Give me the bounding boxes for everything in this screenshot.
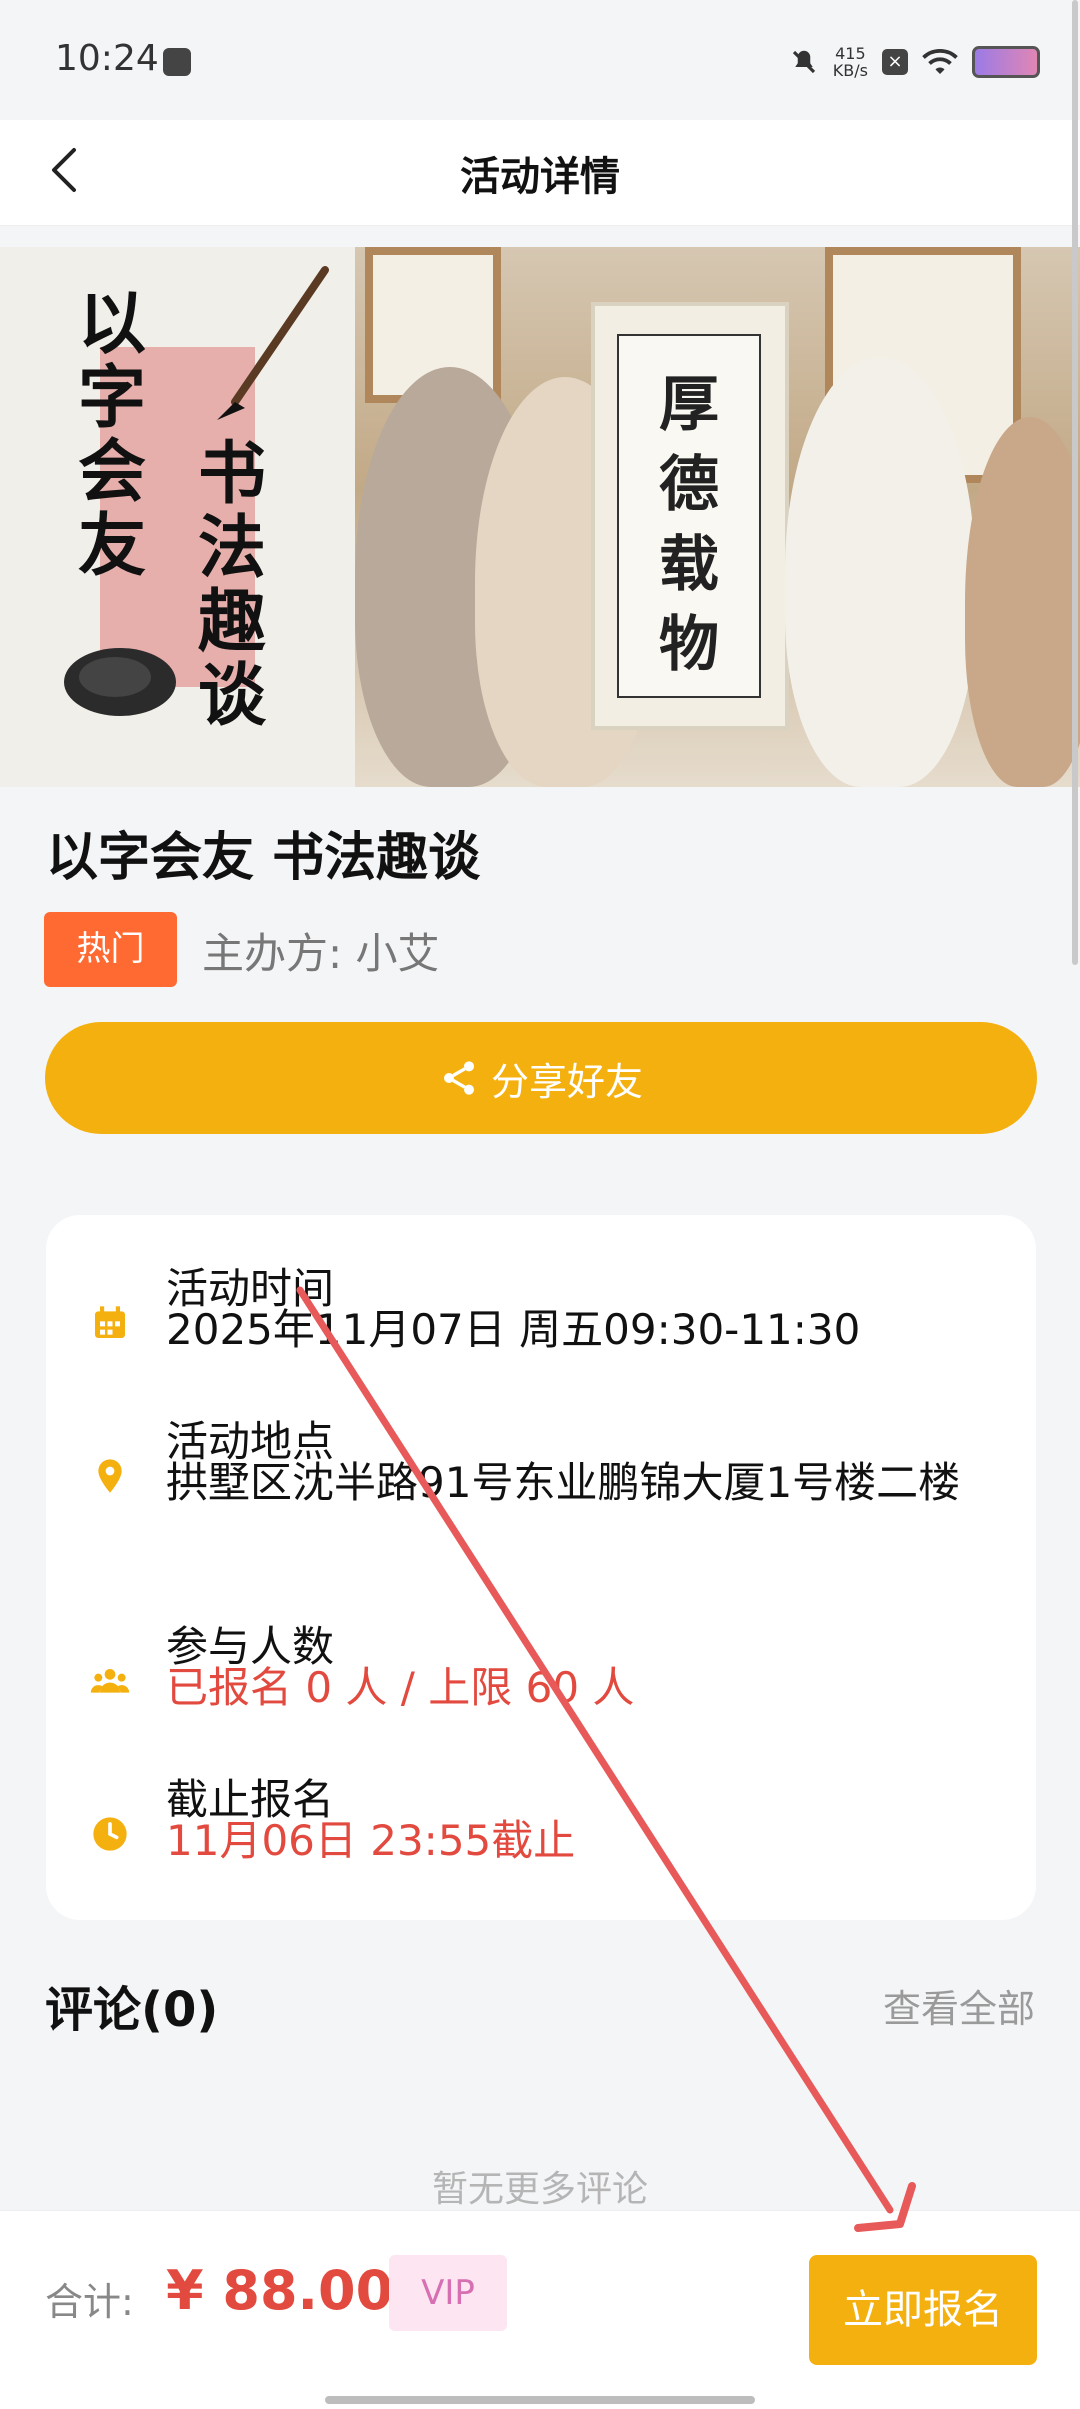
clock-icon <box>93 1817 127 1851</box>
banner-title-char: 字 <box>78 358 147 438</box>
calligraphy-scroll: 厚 德 载 物 <box>591 302 789 730</box>
page-title: 活动详情 <box>460 154 620 200</box>
vip-badge: VIP <box>389 2255 507 2331</box>
banner-title-char: 谈 <box>198 656 267 736</box>
total-price: ¥ 88.00 <box>166 2259 394 2322</box>
battery-icon <box>972 46 1040 78</box>
banner-photo: 厚 德 载 物 <box>355 247 1080 787</box>
no-more-comments-text: 暂无更多评论 <box>431 2169 648 2210</box>
scroll-char: 德 <box>659 450 719 520</box>
banner-title-char: 法 <box>198 508 267 588</box>
inkstone-icon <box>64 648 176 716</box>
blocked-notification-icon: × <box>882 49 908 75</box>
event-banner-image: 以 字 会 友 书 法 趣 谈 厚 德 载 物 <box>0 247 1080 787</box>
bottom-action-bar: 合计: ¥ 88.00 VIP 立即报名 <box>0 2210 1080 2409</box>
share-icon <box>443 1061 474 1095</box>
network-speed-unit: KB/s <box>832 61 868 80</box>
navigation-bar: 活动详情 <box>0 120 1080 226</box>
banner-title-char: 以 <box>78 284 147 364</box>
comments-title: 评论(0) <box>45 1982 219 2038</box>
wifi-icon <box>922 49 958 74</box>
status-bar: 10:24 415 KB/s × <box>0 0 1080 120</box>
status-right: 415 KB/s × <box>789 40 1040 84</box>
scroll-char: 物 <box>659 610 719 680</box>
person-figure <box>965 417 1080 787</box>
calligraphy-brush-icon <box>217 266 329 420</box>
calendar-icon <box>95 1306 125 1338</box>
location-pin-icon <box>98 1459 122 1493</box>
mute-icon <box>792 50 815 74</box>
view-all-comments-link[interactable]: 查看全部 <box>883 1978 1035 2033</box>
event-title: 以字会友 书法趣谈 <box>46 828 481 888</box>
people-value: 已报名 0 人 / 上限 60 人 <box>166 1663 635 1712</box>
banner-title-char: 会 <box>78 432 147 512</box>
time-value: 2025年11月07日 周五09:30-11:30 <box>166 1305 861 1354</box>
banner-title-char: 友 <box>78 506 147 586</box>
person-figure <box>785 357 975 787</box>
total-label: 合计: <box>45 2280 134 2324</box>
signup-now-button[interactable]: 立即报名 <box>809 2255 1037 2365</box>
home-indicator[interactable] <box>325 2396 755 2404</box>
deadline-value: 11月06日 23:55截止 <box>166 1816 576 1865</box>
banner-title-char: 趣 <box>198 582 267 662</box>
people-icon <box>90 1669 130 1693</box>
banner-title-char: 书 <box>198 434 267 514</box>
scrollbar[interactable] <box>1072 0 1078 965</box>
calligraphy-scroll-inner: 厚 德 载 物 <box>617 334 761 698</box>
share-friends-button[interactable]: 分享好友 <box>45 1022 1037 1134</box>
share-button-label: 分享好友 <box>490 1059 643 1104</box>
organizer-text: 主办方: 小艾 <box>202 929 440 978</box>
banner-poster-panel: 以 字 会 友 书 法 趣 谈 <box>0 247 355 787</box>
network-speed-value: 415 <box>835 44 866 63</box>
scroll-char: 厚 <box>659 370 719 440</box>
event-info-card: 活动时间 2025年11月07日 周五09:30-11:30 活动地点 拱墅区沈… <box>46 1215 1036 1920</box>
hot-badge: 热门 <box>44 912 177 987</box>
message-notification-icon <box>163 48 191 76</box>
network-speed: 415 KB/s <box>833 45 868 79</box>
status-time: 10:24 <box>55 38 159 79</box>
scroll-char: 载 <box>659 530 719 600</box>
place-value: 拱墅区沈半路91号东业鹏锦大厦1号楼二楼 <box>166 1458 961 1507</box>
